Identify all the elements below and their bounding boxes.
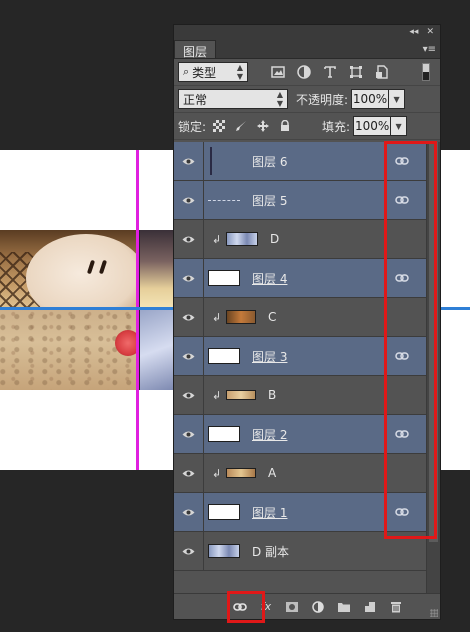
layer-name[interactable]: 图层 3 <box>252 348 287 365</box>
lock-row: 锁定: 填充: 100% ▼ <box>174 113 440 140</box>
layer-name[interactable]: 图层 1 <box>252 504 287 521</box>
visibility-eye-icon[interactable] <box>174 142 204 180</box>
visibility-eye-icon[interactable] <box>174 337 204 375</box>
chevron-down-icon: ▲ ▼ <box>236 63 243 81</box>
collapse-icon[interactable]: ◂◂ <box>409 27 418 37</box>
blend-row: 正常 ▲ ▼ 不透明度: 100% ▼ <box>174 86 440 113</box>
fill-label: 填充: <box>322 119 351 134</box>
filter-kind-dropdown[interactable]: ⌕ 类型 ▲ ▼ <box>178 62 248 82</box>
horizontal-guide[interactable] <box>0 307 176 310</box>
lock-label: 锁定: <box>178 119 207 134</box>
canvas-white-bottom <box>0 390 176 470</box>
layer-thumbnail[interactable] <box>208 147 240 175</box>
lock-transparent-pixels-icon[interactable] <box>210 117 228 135</box>
layer-name[interactable]: 图层 4 <box>252 270 287 287</box>
layer-name[interactable]: D <box>270 232 279 246</box>
canvas-white-right <box>440 150 470 470</box>
visibility-eye-icon[interactable] <box>174 493 204 531</box>
lock-all-icon[interactable] <box>276 117 294 135</box>
new-adjustment-button[interactable] <box>310 599 326 615</box>
layer-thumbnail[interactable] <box>226 232 258 246</box>
layer-thumbnail[interactable] <box>226 468 256 478</box>
smart-object-filter-icon[interactable] <box>372 62 392 82</box>
link-button-highlight <box>227 591 265 623</box>
panel-bottom-bar: fx <box>174 593 440 619</box>
adjustment-filter-icon[interactable] <box>294 62 314 82</box>
fill-dropdown-button[interactable]: ▼ <box>391 116 408 136</box>
layer-name[interactable]: 图层 2 <box>252 426 287 443</box>
clipping-mask-icon: ↲ <box>212 232 222 246</box>
canvas-photo-bottom <box>0 310 138 390</box>
close-icon[interactable]: ✕ <box>426 27 434 37</box>
layer-thumbnail[interactable] <box>226 390 256 400</box>
resize-grip[interactable] <box>430 609 438 617</box>
lock-position-icon[interactable] <box>254 117 272 135</box>
delete-layer-button[interactable] <box>388 599 404 615</box>
new-group-button[interactable] <box>336 599 352 615</box>
canvas-photo-top <box>0 230 138 308</box>
lock-image-pixels-icon[interactable] <box>232 117 250 135</box>
clipping-mask-icon: ↲ <box>212 310 222 324</box>
vertical-guide[interactable] <box>136 150 139 470</box>
visibility-eye-icon[interactable] <box>174 532 204 570</box>
type-filter-icon[interactable] <box>320 62 340 82</box>
layer-thumbnail[interactable] <box>208 270 240 286</box>
panel-menu-icon[interactable]: ▾≡ <box>423 44 436 58</box>
layer-name[interactable]: C <box>268 310 276 324</box>
search-icon: ⌕ <box>183 65 190 78</box>
layer-thumbnail[interactable] <box>208 192 240 208</box>
layer-thumbnail[interactable] <box>208 544 240 558</box>
panel-title-bar: ◂◂ ✕ <box>174 25 440 39</box>
opacity-field[interactable]: 100% <box>351 89 390 109</box>
layer-name[interactable]: D 副本 <box>252 543 289 560</box>
visibility-eye-icon[interactable] <box>174 415 204 453</box>
canvas-photo-bottom-right <box>140 310 176 390</box>
horizontal-guide-right[interactable] <box>440 307 470 310</box>
tab-layers[interactable]: 图层 <box>174 40 217 59</box>
blend-mode-value: 正常 <box>183 92 208 107</box>
add-mask-button[interactable] <box>284 599 300 615</box>
visibility-eye-icon[interactable] <box>174 298 204 336</box>
image-filter-icon[interactable] <box>268 62 288 82</box>
canvas-photo-top-right <box>140 230 176 308</box>
link-column-highlight <box>384 141 437 539</box>
opacity-label: 不透明度: <box>296 92 349 107</box>
canvas-white-top <box>0 150 176 230</box>
filter-toggle-switch[interactable] <box>422 63 430 81</box>
layer-name[interactable]: B <box>268 388 276 402</box>
layer-thumbnail[interactable] <box>226 310 256 324</box>
visibility-eye-icon[interactable] <box>174 454 204 492</box>
visibility-eye-icon[interactable] <box>174 259 204 297</box>
layer-thumbnail[interactable] <box>208 426 240 442</box>
blend-mode-dropdown[interactable]: 正常 ▲ ▼ <box>178 89 288 109</box>
new-layer-button[interactable] <box>362 599 378 615</box>
panel-tab-row: 图层 ▾≡ <box>174 39 440 59</box>
visibility-eye-icon[interactable] <box>174 376 204 414</box>
fill-field[interactable]: 100% <box>353 116 392 136</box>
clipping-mask-icon: ↲ <box>212 388 222 402</box>
layer-name[interactable]: 图层 6 <box>252 153 287 170</box>
layer-name[interactable]: 图层 5 <box>252 192 287 209</box>
opacity-dropdown-button[interactable]: ▼ <box>389 89 406 109</box>
filter-kind-label: 类型 <box>192 65 217 80</box>
filter-row: ⌕ 类型 ▲ ▼ <box>174 59 440 86</box>
clipping-mask-icon: ↲ <box>212 466 222 480</box>
visibility-eye-icon[interactable] <box>174 181 204 219</box>
shape-filter-icon[interactable] <box>346 62 366 82</box>
layer-thumbnail[interactable] <box>208 504 240 520</box>
chevron-down-icon: ▲ ▼ <box>276 90 283 108</box>
layer-thumbnail[interactable] <box>208 348 240 364</box>
visibility-eye-icon[interactable] <box>174 220 204 258</box>
layer-name[interactable]: A <box>268 466 276 480</box>
